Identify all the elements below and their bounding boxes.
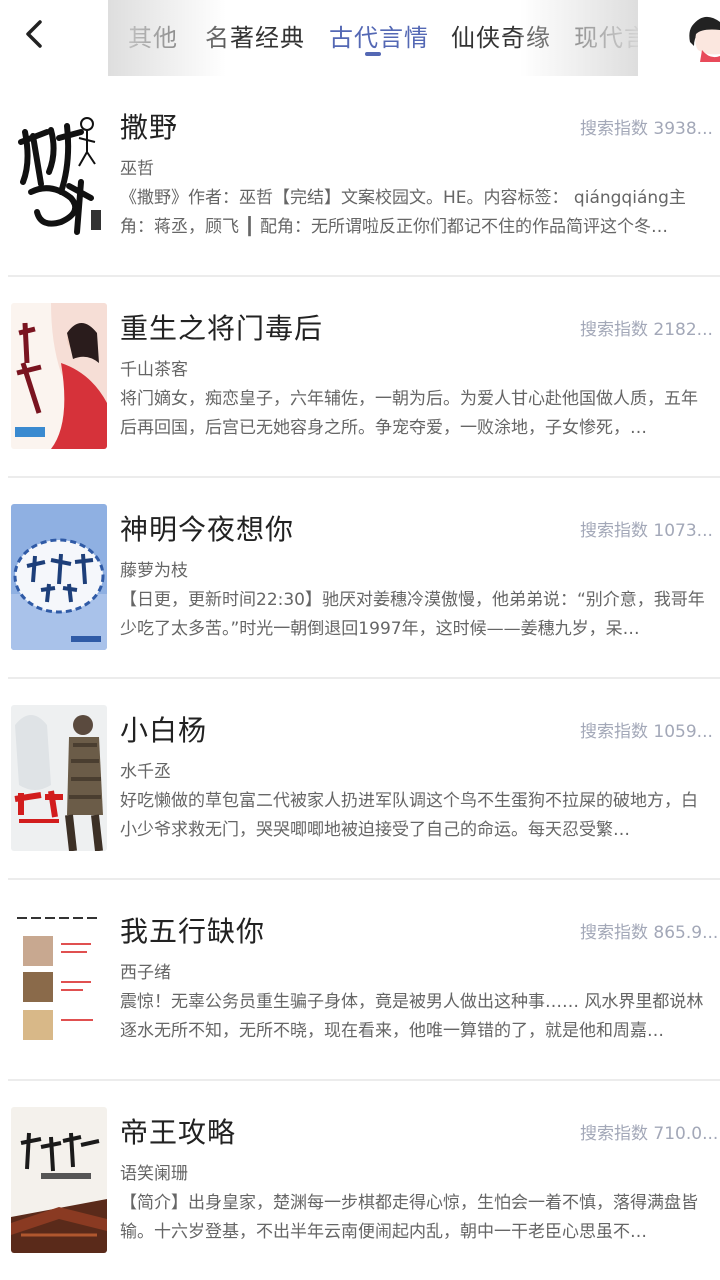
active-tab-indicator bbox=[365, 52, 381, 56]
book-cover bbox=[11, 906, 107, 1052]
book-author: 水千丞 bbox=[120, 762, 171, 782]
book-list: 撒野 搜索指数 3938... 巫哲 《撒野》作者：巫哲【完结】文案校园文。HE… bbox=[0, 76, 720, 1280]
book-description: 震惊！无辜公务员重生骗子身体，竟是被男人做出这种事…… 风水界里都说林逐水无所不… bbox=[120, 992, 704, 1041]
book-title: 神明今夜想你 bbox=[120, 513, 295, 546]
search-index: 搜索指数 710.0... bbox=[580, 1124, 719, 1144]
chevron-left-icon bbox=[26, 20, 42, 48]
book-author: 西子绪 bbox=[120, 963, 171, 983]
avatar[interactable] bbox=[688, 12, 720, 62]
top-bar: 其他 名著经典 古代言情 仙侠奇缘 现代言 bbox=[0, 0, 720, 76]
cover-image bbox=[11, 102, 107, 248]
book-title: 重生之将门毒后 bbox=[120, 312, 324, 345]
book-cover bbox=[11, 1107, 107, 1253]
book-title: 撒野 bbox=[120, 111, 179, 144]
book-item[interactable]: 撒野 搜索指数 3938... 巫哲 《撒野》作者：巫哲【完结】文案校园文。HE… bbox=[0, 76, 720, 277]
tab-ancient-romance[interactable]: 古代言情 bbox=[329, 18, 429, 53]
tab-xianxia[interactable]: 仙侠奇缘 bbox=[451, 18, 551, 53]
search-index: 搜索指数 1059... bbox=[580, 722, 713, 742]
cover-image bbox=[11, 1107, 107, 1253]
cover-image bbox=[11, 906, 107, 1052]
search-index: 搜索指数 1073... bbox=[580, 521, 713, 541]
tab-classics[interactable]: 名著经典 bbox=[205, 18, 305, 53]
cover-image bbox=[11, 504, 107, 650]
tab-other[interactable]: 其他 bbox=[128, 18, 178, 53]
book-cover bbox=[11, 303, 107, 449]
book-item[interactable]: 小白杨 搜索指数 1059... 水千丞 好吃懒做的草包富二代被家人扔进军队调这… bbox=[0, 679, 720, 880]
book-item[interactable]: 神明今夜想你 搜索指数 1073... 藤萝为枝 【日更，更新时间22:30】驰… bbox=[0, 478, 720, 679]
book-author: 巫哲 bbox=[120, 159, 154, 179]
book-cover bbox=[11, 102, 107, 248]
user-avatar-icon bbox=[689, 16, 720, 62]
book-cover bbox=[11, 705, 107, 851]
cover-image bbox=[11, 705, 107, 851]
search-index: 搜索指数 865.9... bbox=[580, 923, 719, 943]
search-index: 搜索指数 2182... bbox=[580, 320, 713, 340]
tab-modern-romance[interactable]: 现代言 bbox=[574, 18, 638, 53]
category-tabs: 其他 名著经典 古代言情 仙侠奇缘 现代言 bbox=[108, 0, 638, 76]
book-author: 千山茶客 bbox=[120, 360, 188, 380]
book-item[interactable]: 重生之将门毒后 搜索指数 2182... 千山茶客 将门嫡女，痴恋皇子，六年辅佐… bbox=[0, 277, 720, 478]
back-button[interactable] bbox=[14, 14, 54, 54]
book-description: 【日更，更新时间22:30】驰厌对姜穗冷漠傲慢，他弟弟说：“别介意，我哥年少吃了… bbox=[120, 590, 705, 639]
book-description: 【简介】出身皇家，楚渊每一步棋都走得心惊，生怕会一着不慎，落得满盘皆输。十六岁登… bbox=[120, 1193, 698, 1242]
book-description: 将门嫡女，痴恋皇子，六年辅佐，一朝为后。为爱人甘心赴他国做人质，五年后再回国，后… bbox=[120, 389, 698, 438]
book-author: 语笑阑珊 bbox=[120, 1164, 188, 1184]
search-index: 搜索指数 3938... bbox=[580, 119, 713, 139]
cover-image bbox=[11, 303, 107, 449]
book-cover bbox=[11, 504, 107, 650]
book-description: 好吃懒做的草包富二代被家人扔进军队调这个鸟不生蛋狗不拉屎的破地方，白小少爷求救无… bbox=[120, 791, 698, 840]
book-title: 帝王攻略 bbox=[120, 1116, 237, 1149]
book-item[interactable]: 我五行缺你 搜索指数 865.9... 西子绪 震惊！无辜公务员重生骗子身体，竟… bbox=[0, 880, 720, 1081]
book-description: 《撒野》作者：巫哲【完结】文案校园文。HE。内容标签： qiángqiáng主角… bbox=[120, 188, 686, 237]
book-title: 我五行缺你 bbox=[120, 915, 266, 948]
book-item[interactable]: 帝王攻略 搜索指数 710.0... 语笑阑珊 【简介】出身皇家，楚渊每一步棋都… bbox=[0, 1081, 720, 1280]
book-title: 小白杨 bbox=[120, 714, 208, 747]
book-author: 藤萝为枝 bbox=[120, 561, 188, 581]
